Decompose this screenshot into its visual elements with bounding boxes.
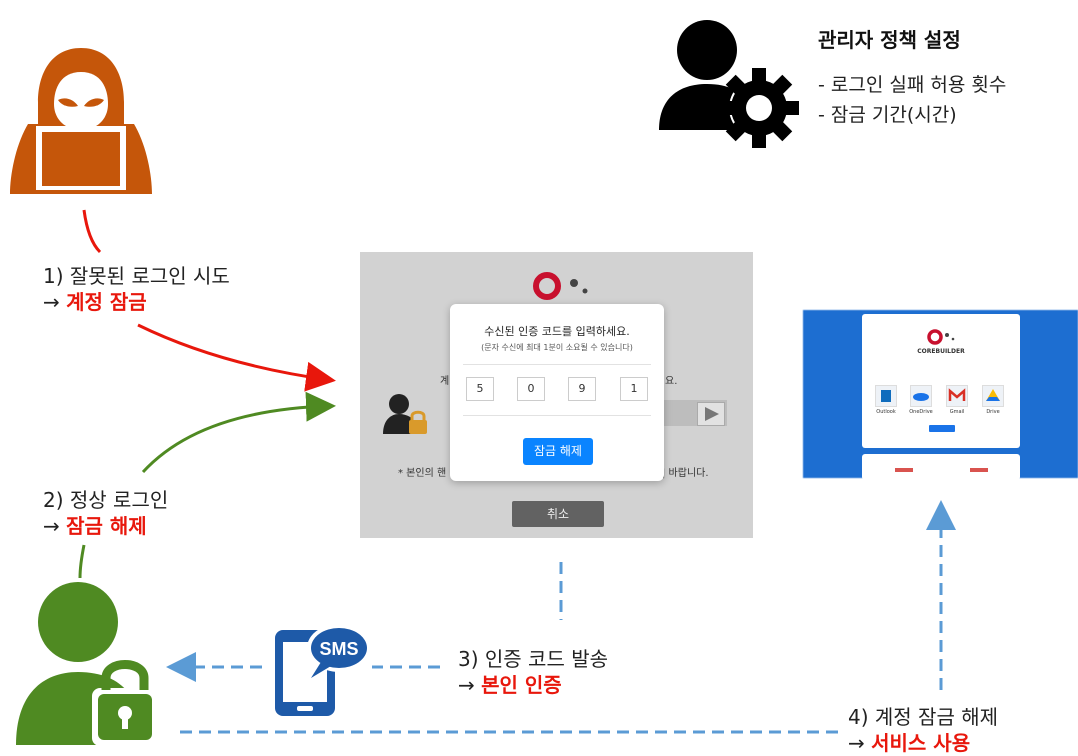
step-2-text: 2) 정상 로그인: [43, 488, 169, 512]
service-app-footer-card: [862, 454, 1020, 480]
send-arrow-icon: [705, 407, 719, 421]
cancel-button[interactable]: 취소: [512, 501, 604, 527]
hacker-icon: [10, 48, 152, 194]
panel-note-right: | 바랍니다.: [662, 468, 709, 479]
service-footer-badge-right: [970, 468, 988, 472]
service-brand: COREBUILDER: [917, 348, 965, 355]
step-4-text: 4) 계정 잠금 해제: [848, 705, 998, 729]
outlook-icon: [881, 390, 891, 402]
step-1-text: 1) 잘못된 로그인 시도: [43, 264, 230, 288]
step-3-label: 3) 인증 코드 발송 → 본인 인증: [458, 646, 608, 698]
user-lock-icon: [16, 582, 158, 746]
modal-divider-bottom: [463, 415, 651, 416]
step-4-highlight: 서비스 사용: [871, 731, 971, 755]
step-2-highlight: 잠금 해제: [66, 514, 147, 538]
step-3-highlight: 본인 인증: [481, 673, 562, 697]
policy-item-lock-period: - 잠금 기간(시간): [818, 104, 957, 126]
code-digit-1[interactable]: 5: [466, 377, 494, 401]
panel-text-left: 계: [440, 376, 450, 387]
app-tile-outlook[interactable]: [875, 385, 897, 407]
red-arrow-hacker-to-panel: [82, 209, 102, 254]
unlock-button[interactable]: 잠금 해제: [523, 438, 593, 465]
app-label-onedrive: OneDrive: [909, 409, 933, 415]
step-2-label: 2) 정상 로그인 → 잠금 해제: [43, 487, 168, 539]
code-digit-2[interactable]: 0: [517, 377, 545, 401]
service-logo-icon: [927, 329, 955, 345]
step-4-result: → 서비스 사용: [848, 730, 998, 756]
sms-phone-icon: SMS: [275, 624, 371, 716]
modal-title: 수신된 인증 코드를 입력하세요.: [484, 325, 630, 338]
service-footer-badge-left: [895, 468, 913, 472]
policy-title: 관리자 정책 설정: [818, 28, 961, 52]
panel-send-button[interactable]: [697, 402, 725, 426]
step-2-result: → 잠금 해제: [43, 513, 168, 539]
brand-logo-icon: [533, 272, 588, 300]
drive-icon: [986, 389, 1000, 401]
panel-user-lock-icon: [383, 394, 427, 434]
modal-subtitle: (문자 수신에 최대 1분이 소요될 수 있습니다): [481, 343, 633, 352]
green-line-user: [78, 544, 86, 579]
step-1-arrow: →: [43, 290, 60, 314]
step-4-arrow: →: [848, 731, 865, 755]
step-3-text: 3) 인증 코드 발송: [458, 647, 608, 671]
modal-divider-top: [463, 364, 651, 365]
gmail-icon: [948, 388, 966, 401]
code-digit-3[interactable]: 9: [568, 377, 596, 401]
admin-gear-icon: [659, 20, 799, 148]
panel-text-right: 요.: [665, 376, 678, 387]
app-label-outlook: Outlook: [876, 409, 896, 415]
step-1-result: → 계정 잠금: [43, 289, 230, 315]
step-1-label: 1) 잘못된 로그인 시도 → 계정 잠금: [43, 263, 230, 315]
step-1-highlight: 계정 잠금: [66, 290, 147, 314]
red-arrow-lock: [137, 323, 336, 392]
policy-item-fail-count: - 로그인 실패 허용 횟수: [818, 74, 1007, 96]
step-3-result: → 본인 인증: [458, 672, 608, 698]
step-3-arrow: →: [458, 673, 475, 697]
sms-label: SMS: [319, 639, 358, 659]
app-label-gmail: Gmail: [949, 409, 965, 415]
step-2-arrow: →: [43, 514, 60, 538]
service-app-button[interactable]: [929, 425, 955, 432]
green-arrow-unlock: [141, 391, 336, 474]
step-4-label: 4) 계정 잠금 해제 → 서비스 사용: [848, 704, 998, 756]
app-tile-gmail[interactable]: [946, 385, 968, 407]
code-digit-4[interactable]: 1: [620, 377, 648, 401]
onedrive-icon: [913, 393, 929, 401]
app-label-drive: Drive: [986, 409, 1000, 415]
app-tile-onedrive[interactable]: [910, 385, 932, 407]
panel-note-left: * 본인의 핸: [398, 468, 447, 479]
app-tile-drive[interactable]: [982, 385, 1004, 407]
